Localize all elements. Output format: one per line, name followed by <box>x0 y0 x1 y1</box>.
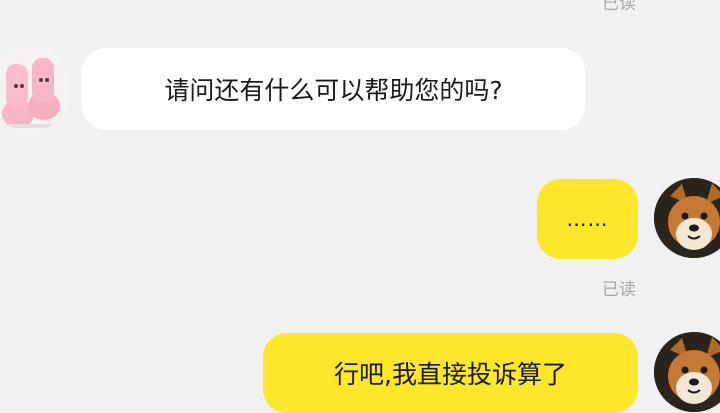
read-receipt-top: 已读 <box>602 0 636 14</box>
message-bubble-user[interactable]: …… <box>537 179 638 259</box>
user-avatar[interactable] <box>654 178 720 258</box>
read-receipt: 已读 <box>602 280 636 300</box>
shiba-dog-avatar-icon <box>654 332 720 412</box>
message-bubble-agent[interactable]: 请问还有什么可以帮助您的吗? <box>82 48 585 130</box>
shiba-dog-avatar-icon <box>654 178 720 258</box>
message-text: …… <box>566 207 609 231</box>
pink-mittens-avatar-icon <box>0 46 68 132</box>
message-bubble-user[interactable]: 行吧,我直接投诉算了 <box>263 333 638 413</box>
message-text: 请问还有什么可以帮助您的吗? <box>164 76 503 105</box>
agent-avatar[interactable] <box>0 46 68 132</box>
user-avatar[interactable] <box>654 332 720 412</box>
message-text: 行吧,我直接投诉算了 <box>334 360 567 389</box>
